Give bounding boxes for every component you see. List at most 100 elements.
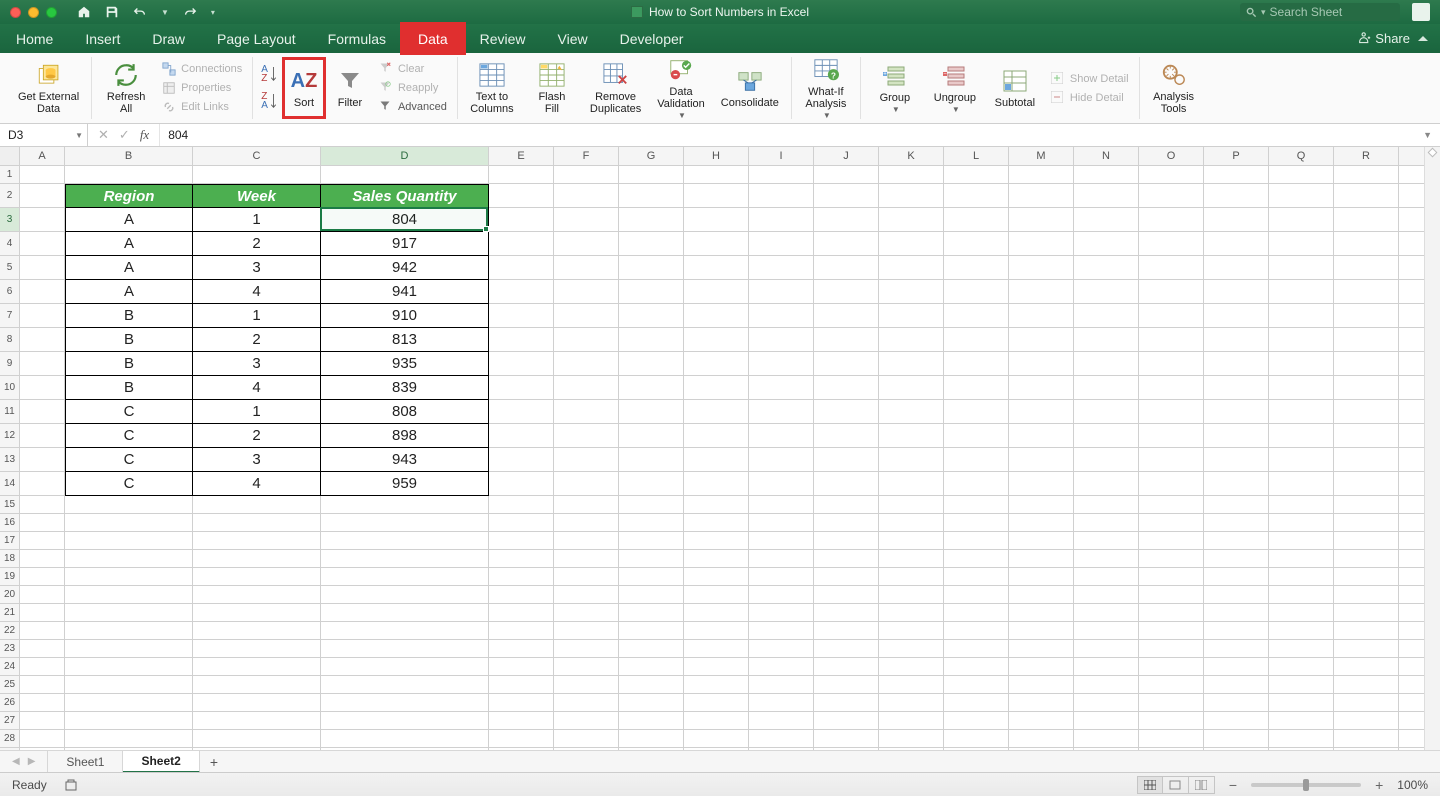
sheet-nav-prev-icon[interactable]: ◀ xyxy=(12,756,20,767)
expand-formula-bar-icon[interactable]: ▼ xyxy=(1423,130,1440,140)
col-header-N[interactable]: N xyxy=(1074,147,1139,165)
table-cell[interactable]: 813 xyxy=(321,328,489,352)
zoom-slider[interactable] xyxy=(1251,783,1361,787)
table-cell[interactable]: C xyxy=(65,424,193,448)
table-cell[interactable]: 943 xyxy=(321,448,489,472)
table-header[interactable]: Sales Quantity xyxy=(321,184,489,208)
select-all-corner[interactable] xyxy=(0,147,20,165)
row-header-13[interactable]: 13 xyxy=(0,448,20,472)
connections-button[interactable]: Connections xyxy=(160,61,244,77)
row-header-28[interactable]: 28 xyxy=(0,730,20,748)
vertical-scrollbar[interactable] xyxy=(1424,147,1440,750)
table-cell[interactable]: C xyxy=(65,448,193,472)
view-page-break-button[interactable] xyxy=(1189,776,1215,794)
col-header-B[interactable]: B xyxy=(65,147,193,165)
table-cell[interactable]: 942 xyxy=(321,256,489,280)
row-header-11[interactable]: 11 xyxy=(0,400,20,424)
subtotal-button[interactable]: Subtotal xyxy=(989,57,1041,119)
qat-customize-icon[interactable]: ▾ xyxy=(211,8,215,17)
row-header-9[interactable]: 9 xyxy=(0,352,20,376)
col-header-J[interactable]: J xyxy=(814,147,879,165)
table-cell[interactable]: 2 xyxy=(193,232,321,256)
row-header-18[interactable]: 18 xyxy=(0,550,20,568)
table-cell[interactable]: A xyxy=(65,232,193,256)
tab-home[interactable]: Home xyxy=(0,24,69,53)
zoom-out-button[interactable]: − xyxy=(1229,777,1237,793)
row-header-1[interactable]: 1 xyxy=(0,166,20,184)
tab-developer[interactable]: Developer xyxy=(604,24,700,53)
row-header-10[interactable]: 10 xyxy=(0,376,20,400)
window-minimize-icon[interactable] xyxy=(28,7,39,18)
row-header-17[interactable]: 17 xyxy=(0,532,20,550)
row-header-8[interactable]: 8 xyxy=(0,328,20,352)
col-header-G[interactable]: G xyxy=(619,147,684,165)
collapse-ribbon-icon[interactable] xyxy=(1418,36,1428,41)
row-header-6[interactable]: 6 xyxy=(0,280,20,304)
table-cell[interactable]: C xyxy=(65,472,193,496)
table-cell[interactable]: 917 xyxy=(321,232,489,256)
row-header-19[interactable]: 19 xyxy=(0,568,20,586)
table-cell[interactable]: A xyxy=(65,208,193,232)
sheet-tab-sheet1[interactable]: Sheet1 xyxy=(47,751,123,773)
col-header-R[interactable]: R xyxy=(1334,147,1399,165)
col-header-D[interactable]: D xyxy=(321,147,489,165)
table-cell[interactable]: 1 xyxy=(193,208,321,232)
row-header-7[interactable]: 7 xyxy=(0,304,20,328)
row-header-12[interactable]: 12 xyxy=(0,424,20,448)
row-header-4[interactable]: 4 xyxy=(0,232,20,256)
redo-icon[interactable] xyxy=(183,5,197,19)
col-header-L[interactable]: L xyxy=(944,147,1009,165)
row-header-21[interactable]: 21 xyxy=(0,604,20,622)
table-header[interactable]: Region xyxy=(65,184,193,208)
table-cell[interactable]: A xyxy=(65,280,193,304)
view-normal-button[interactable] xyxy=(1137,776,1163,794)
tab-data[interactable]: Data xyxy=(402,24,464,53)
fx-icon[interactable]: fx xyxy=(140,127,149,143)
undo-icon[interactable] xyxy=(133,5,147,19)
save-icon[interactable] xyxy=(105,5,119,19)
table-cell[interactable]: 941 xyxy=(321,280,489,304)
view-page-layout-button[interactable] xyxy=(1163,776,1189,794)
analysis-tools-button[interactable]: Analysis Tools xyxy=(1148,57,1200,119)
table-cell[interactable]: 898 xyxy=(321,424,489,448)
filter-button[interactable]: Filter xyxy=(331,57,369,119)
macro-record-icon[interactable] xyxy=(65,778,81,792)
tab-formulas[interactable]: Formulas xyxy=(312,24,402,53)
row-header-5[interactable]: 5 xyxy=(0,256,20,280)
ungroup-button[interactable]: −Ungroup▼ xyxy=(929,57,981,119)
table-cell[interactable]: 935 xyxy=(321,352,489,376)
window-zoom-icon[interactable] xyxy=(46,7,57,18)
col-header-C[interactable]: C xyxy=(193,147,321,165)
col-header-E[interactable]: E xyxy=(489,147,554,165)
tab-draw[interactable]: Draw xyxy=(136,24,201,53)
table-cell[interactable]: B xyxy=(65,376,193,400)
home-icon[interactable] xyxy=(77,5,91,19)
table-cell[interactable]: 808 xyxy=(321,400,489,424)
row-header-24[interactable]: 24 xyxy=(0,658,20,676)
zoom-in-button[interactable]: + xyxy=(1375,777,1383,793)
share-button[interactable]: Share xyxy=(1358,31,1410,46)
tab-page-layout[interactable]: Page Layout xyxy=(201,24,312,53)
col-header-P[interactable]: P xyxy=(1204,147,1269,165)
search-sheet-box[interactable]: ▾ Search Sheet xyxy=(1240,3,1400,21)
row-header-16[interactable]: 16 xyxy=(0,514,20,532)
table-cell[interactable]: 3 xyxy=(193,352,321,376)
col-header-A[interactable]: A xyxy=(20,147,65,165)
cells-viewport[interactable]: RegionWeekSales QuantityA1804A2917A3942A… xyxy=(20,166,1440,772)
what-if-analysis-button[interactable]: ?What-If Analysis▼ xyxy=(800,57,852,119)
tab-review[interactable]: Review xyxy=(464,24,542,53)
get-external-data-button[interactable]: Get External Data xyxy=(14,57,83,119)
window-close-icon[interactable] xyxy=(10,7,21,18)
table-cell[interactable]: 959 xyxy=(321,472,489,496)
horizontal-scrollbar[interactable] xyxy=(236,757,1432,767)
table-cell[interactable]: 839 xyxy=(321,376,489,400)
add-sheet-button[interactable]: + xyxy=(200,754,228,770)
text-to-columns-button[interactable]: Text to Columns xyxy=(466,57,518,119)
table-cell[interactable]: B xyxy=(65,328,193,352)
table-cell[interactable]: 804 xyxy=(321,208,489,232)
profile-icon[interactable] xyxy=(1412,3,1430,21)
table-cell[interactable]: B xyxy=(65,352,193,376)
col-header-M[interactable]: M xyxy=(1009,147,1074,165)
table-cell[interactable]: 2 xyxy=(193,424,321,448)
sheet-nav-next-icon[interactable]: ▶ xyxy=(28,756,36,767)
